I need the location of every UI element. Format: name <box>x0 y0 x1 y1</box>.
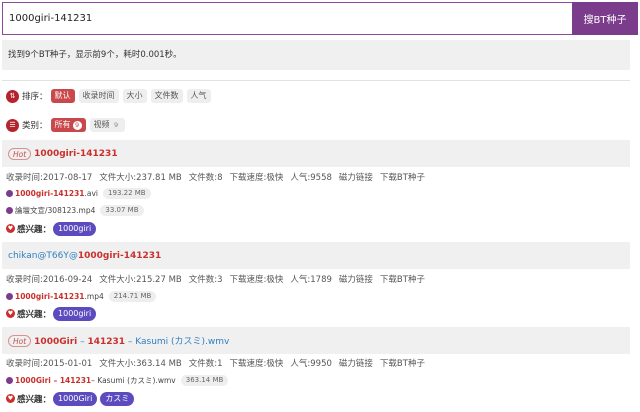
title-segment: 141231 <box>87 337 126 347</box>
file-name-match: 1000Giri – 141231 <box>15 375 92 385</box>
result-title-bar: Hot 1000Giri – 141231 – Kasumi (カスミ).wmv <box>2 327 630 354</box>
result-title-bar: chikan@T66Y@1000giri-141231 <box>2 242 630 269</box>
category-video-count: 9 <box>113 121 119 129</box>
file-name: 論壇文宣/308123.mp4 <box>15 205 96 215</box>
title-segment: 1000giri-141231 <box>77 250 162 261</box>
result-title-bar: Hot 1000giri-141231 <box>2 140 630 167</box>
download-torrent-link[interactable]: 下载BT种子 <box>380 171 425 183</box>
category-option-video[interactable]: 视频 9 <box>89 118 125 132</box>
file-size: 文件大小:215.27 MB <box>99 275 182 285</box>
popularity: 人气:9950 <box>290 359 332 369</box>
download-torrent-link[interactable]: 下载BT种子 <box>380 357 425 369</box>
popularity: 人气:1789 <box>290 275 332 285</box>
hot-badge: Hot <box>8 147 32 160</box>
sort-label: 排序： <box>22 92 48 102</box>
file-size: 文件大小:237.81 MB <box>99 173 182 183</box>
heart-icon: ♥ <box>6 309 15 318</box>
hot-badge: Hot <box>8 334 32 347</box>
indexed-time: 收录时间:2015-01-01 <box>6 359 93 369</box>
download-torrent-link[interactable]: 下载BT种子 <box>380 273 425 285</box>
search-input[interactable] <box>2 2 572 35</box>
file-size-badge: 214.71 MB <box>108 290 157 302</box>
sort-row: ⇅ 排序： 默认 收录时间 大小 文件数 人气 <box>6 88 215 104</box>
interest-tag[interactable]: カスミ <box>100 391 135 406</box>
category-option-all[interactable]: 所有 9 <box>50 118 86 132</box>
magnet-link[interactable]: 磁力链接 <box>339 273 373 285</box>
interest-tag[interactable]: 1000giri <box>53 306 97 321</box>
sort-option-default[interactable]: 默认 <box>50 89 75 103</box>
file-name: .mp4 <box>84 291 104 301</box>
sort-option-size[interactable]: 大小 <box>122 89 147 103</box>
file-count: 文件数:3 <box>188 275 223 285</box>
sort-option-file-count[interactable]: 文件数 <box>150 89 183 103</box>
interest-tag[interactable]: 1000giri <box>53 221 97 236</box>
category-label: 类别： <box>22 121 48 131</box>
interest-tag[interactable]: 1000Giri <box>53 391 98 406</box>
category-all-count: 9 <box>72 121 82 130</box>
interest-row: ♥ 感兴趣： 1000giri <box>6 306 99 321</box>
play-icon <box>6 292 13 300</box>
file-item: 1000giri-141231 .avi 193.22 MB <box>6 187 151 199</box>
file-size-badge: 363.14 MB <box>180 374 229 386</box>
title-segment: – <box>77 337 88 347</box>
file-name-match: 1000giri-141231 <box>15 188 85 198</box>
sort-option-popularity[interactable]: 人气 <box>186 89 211 103</box>
file-item: 1000Giri – 141231 – Kasumi (カスミ).wmv 363.… <box>6 374 229 386</box>
search-button[interactable]: 搜BT种子 <box>572 2 638 35</box>
category-all-label: 所有 <box>54 120 71 129</box>
sort-option-indexed-time[interactable]: 收录时间 <box>78 89 119 103</box>
result-meta: 收录时间:2015-01-01 文件大小:363.14 MB 文件数:1 下载速度:极… <box>6 356 432 370</box>
popularity: 人气:9558 <box>290 173 332 183</box>
divider <box>2 80 630 81</box>
interest-row: ♥ 感兴趣： 1000Giri カスミ <box>6 391 137 406</box>
title-segment: – Kasumi (カスミ).wmv <box>125 337 230 347</box>
result-meta: 收录时间:2016-09-24 文件大小:215.27 MB 文件数:3 下载速度:极… <box>6 272 432 286</box>
play-icon <box>6 206 13 214</box>
title-segment: 1000giri-141231 <box>34 148 118 159</box>
file-count: 文件数:1 <box>188 359 223 369</box>
indexed-time: 收录时间:2017-08-17 <box>6 173 93 183</box>
interest-label: 感兴趣： <box>17 309 52 320</box>
interest-label: 感兴趣： <box>17 394 52 405</box>
heart-icon: ♥ <box>6 394 15 403</box>
sort-icon: ⇅ <box>6 89 19 103</box>
magnet-link[interactable]: 磁力链接 <box>339 171 373 183</box>
play-icon <box>6 376 13 384</box>
file-item: 1000giri-141231 .mp4 214.71 MB <box>6 290 157 302</box>
heart-icon: ♥ <box>6 224 15 233</box>
download-speed: 下载速度:极快 <box>229 275 284 285</box>
magnet-link[interactable]: 磁力链接 <box>339 357 373 369</box>
search-bar: 搜BT种子 <box>2 2 638 35</box>
interest-row: ♥ 感兴趣： 1000giri <box>6 221 99 236</box>
title-segment: chikan@T66Y@ <box>8 250 78 261</box>
play-icon <box>6 189 13 197</box>
file-name: – Kasumi (カスミ).wmv <box>91 375 176 385</box>
download-speed: 下载速度:极快 <box>229 359 284 369</box>
file-size-badge: 33.07 MB <box>100 204 144 216</box>
title-segment: 1000Giri <box>34 337 78 347</box>
category-row: ☰ 类别： 所有 9 视频 9 <box>6 117 129 133</box>
file-size-badge: 193.22 MB <box>103 187 151 199</box>
file-name: .avi <box>84 188 99 198</box>
result-meta: 收录时间:2017-08-17 文件大小:237.81 MB 文件数:8 下载速度:极… <box>6 170 432 184</box>
interest-label: 感兴趣： <box>17 224 52 235</box>
file-size: 文件大小:363.14 MB <box>99 359 182 369</box>
result-title-link[interactable]: chikan@T66Y@1000giri-141231 <box>8 251 161 261</box>
category-video-label: 视频 <box>93 120 110 129</box>
file-item: 論壇文宣/308123.mp4 33.07 MB <box>6 204 144 216</box>
result-title-link[interactable]: 1000giri-141231 <box>34 149 117 159</box>
result-summary: 找到9个BT种子，显示前9个，耗时0.001秒。 <box>2 40 630 70</box>
file-name-match: 1000giri-141231 <box>15 291 85 301</box>
indexed-time: 收录时间:2016-09-24 <box>6 275 93 285</box>
result-title-link[interactable]: 1000Giri – 141231 – Kasumi (カスミ).wmv <box>34 334 229 347</box>
download-speed: 下载速度:极快 <box>229 173 284 183</box>
list-icon: ☰ <box>6 118 19 132</box>
file-count: 文件数:8 <box>188 173 223 183</box>
